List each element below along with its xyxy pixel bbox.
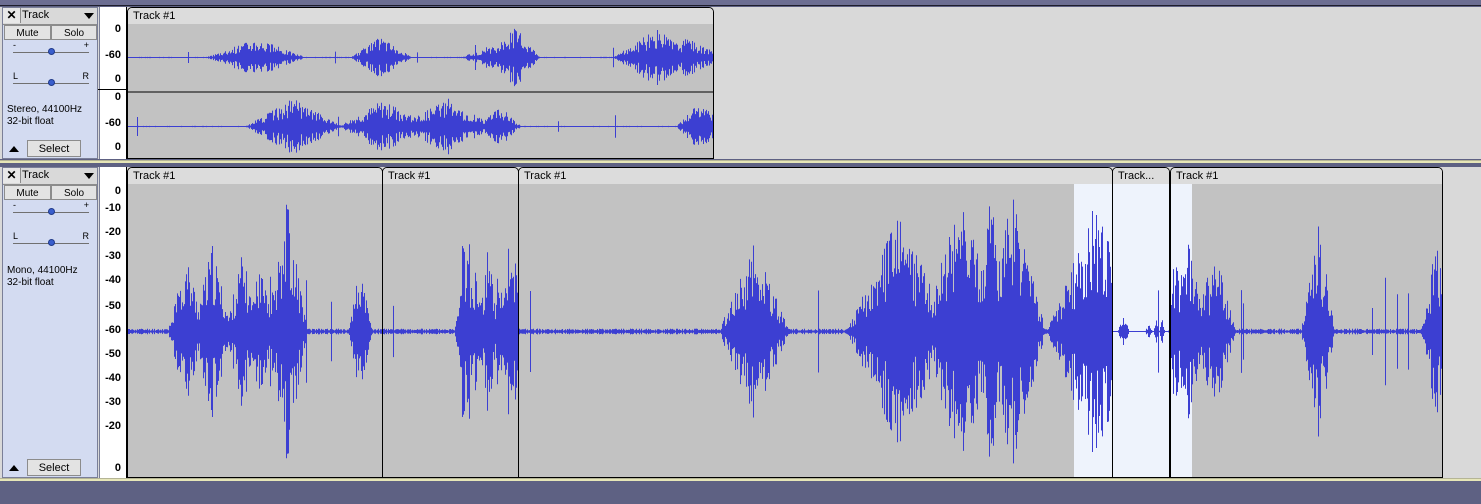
pan-slider-knob[interactable] xyxy=(48,79,55,86)
ruler-label: -40 xyxy=(105,372,121,384)
collapse-arrow-icon xyxy=(9,465,19,471)
ruler-label: 0 xyxy=(114,23,121,35)
track-mono: ✕ Track Mute Solo - + L R Mono, 44100Hz … xyxy=(0,167,1481,478)
ruler-label: 0 xyxy=(114,91,121,103)
gain-slider[interactable]: - + xyxy=(13,41,89,58)
audio-clip[interactable]: Track... xyxy=(1112,167,1170,478)
pan-slider[interactable]: L R xyxy=(13,232,89,249)
ruler-label: 0 xyxy=(114,185,121,197)
select-track-button[interactable]: Select xyxy=(27,459,81,476)
waveform xyxy=(519,199,1112,464)
collapse-arrow-icon xyxy=(9,146,19,152)
gain-plus-label: + xyxy=(83,40,89,50)
track-format-line1: Stereo, 44100Hz xyxy=(7,104,83,115)
pan-slider[interactable]: L R xyxy=(13,72,89,89)
ruler-label: -50 xyxy=(105,300,121,312)
gain-slider[interactable]: - + xyxy=(13,201,89,218)
ruler-label: -40 xyxy=(105,274,121,286)
collapse-track-button[interactable] xyxy=(5,141,23,156)
track-header: ✕ Track xyxy=(3,168,97,185)
select-track-button[interactable]: Select xyxy=(27,140,81,157)
gain-slider-knob[interactable] xyxy=(48,208,55,215)
track-header: ✕ Track xyxy=(3,8,97,25)
gain-minus-label: - xyxy=(13,40,16,50)
ruler-label: -20 xyxy=(105,420,121,432)
collapse-track-button[interactable] xyxy=(5,460,23,475)
gain-slider-knob[interactable] xyxy=(48,48,55,55)
waveform xyxy=(1171,226,1442,437)
pan-right-label: R xyxy=(82,71,90,81)
waveform-area[interactable]: Track #1 Track #1 Track #1 Track... Trac… xyxy=(127,167,1481,478)
track-format-line2: 32-bit float xyxy=(7,277,54,288)
track-control-panel: ✕ Track Mute Solo - + L R Mono, 44100Hz … xyxy=(2,167,98,478)
audio-clip[interactable]: Track #1 xyxy=(127,167,383,478)
track-format-line2: 32-bit float xyxy=(7,116,54,127)
amplitude-ruler: 0 -10 -20 -30 -40 -50 -60 -50 -40 -30 -2… xyxy=(99,167,127,478)
ruler-tick xyxy=(98,89,126,90)
audio-clip[interactable]: Track #1 xyxy=(382,167,519,478)
track-control-panel: ✕ Track Mute Solo - + L R Stereo, 44100H… xyxy=(2,7,98,159)
ruler-label: -10 xyxy=(105,202,121,214)
mute-button[interactable]: Mute xyxy=(4,185,51,200)
top-divider xyxy=(0,5,1481,6)
ruler-label: 0 xyxy=(114,73,121,85)
ruler-label: 0 xyxy=(114,141,121,153)
dropdown-arrow-icon[interactable] xyxy=(84,13,94,19)
ruler-label: -30 xyxy=(105,396,121,408)
waveform xyxy=(383,244,518,419)
track-name-menu[interactable]: Track xyxy=(22,168,82,183)
waveform-area[interactable]: Track #1 xyxy=(127,7,1481,159)
track-separator xyxy=(0,160,1481,163)
waveform xyxy=(128,28,713,155)
ruler-label: -60 xyxy=(105,49,121,61)
solo-button[interactable]: Solo xyxy=(51,185,97,200)
waveform xyxy=(1113,290,1169,373)
audio-clip[interactable]: Track #1 xyxy=(1170,167,1443,478)
mute-button[interactable]: Mute xyxy=(4,25,51,40)
pan-slider-knob[interactable] xyxy=(48,239,55,246)
track-format-info: Mono, 44100Hz 32-bit float xyxy=(7,265,78,289)
ruler-label: -60 xyxy=(105,324,121,336)
close-track-button[interactable]: ✕ xyxy=(3,8,21,23)
ruler-label: 0 xyxy=(114,462,121,474)
ruler-label: -30 xyxy=(105,250,121,262)
track-format-line1: Mono, 44100Hz xyxy=(7,265,78,276)
pan-left-label: L xyxy=(13,71,19,81)
track-separator xyxy=(0,478,1481,481)
audio-clip[interactable]: Track #1 xyxy=(127,7,714,159)
close-track-button[interactable]: ✕ xyxy=(3,168,21,183)
audio-clip[interactable]: Track #1 xyxy=(518,167,1113,478)
dropdown-arrow-icon[interactable] xyxy=(84,173,94,179)
ruler-label: -60 xyxy=(105,117,121,129)
gain-plus-label: + xyxy=(83,200,89,210)
amplitude-ruler: 0 -60 0 0 -60 0 xyxy=(98,7,127,159)
ruler-label: -50 xyxy=(105,348,121,360)
track-name-menu[interactable]: Track xyxy=(22,8,82,23)
solo-button[interactable]: Solo xyxy=(51,25,97,40)
gain-minus-label: - xyxy=(13,200,16,210)
pan-right-label: R xyxy=(82,231,90,241)
waveform xyxy=(128,204,382,459)
track-stereo: ✕ Track Mute Solo - + L R Stereo, 44100H… xyxy=(0,7,1481,159)
pan-left-label: L xyxy=(13,231,19,241)
ruler-label: -20 xyxy=(105,226,121,238)
track-format-info: Stereo, 44100Hz 32-bit float xyxy=(7,104,82,128)
